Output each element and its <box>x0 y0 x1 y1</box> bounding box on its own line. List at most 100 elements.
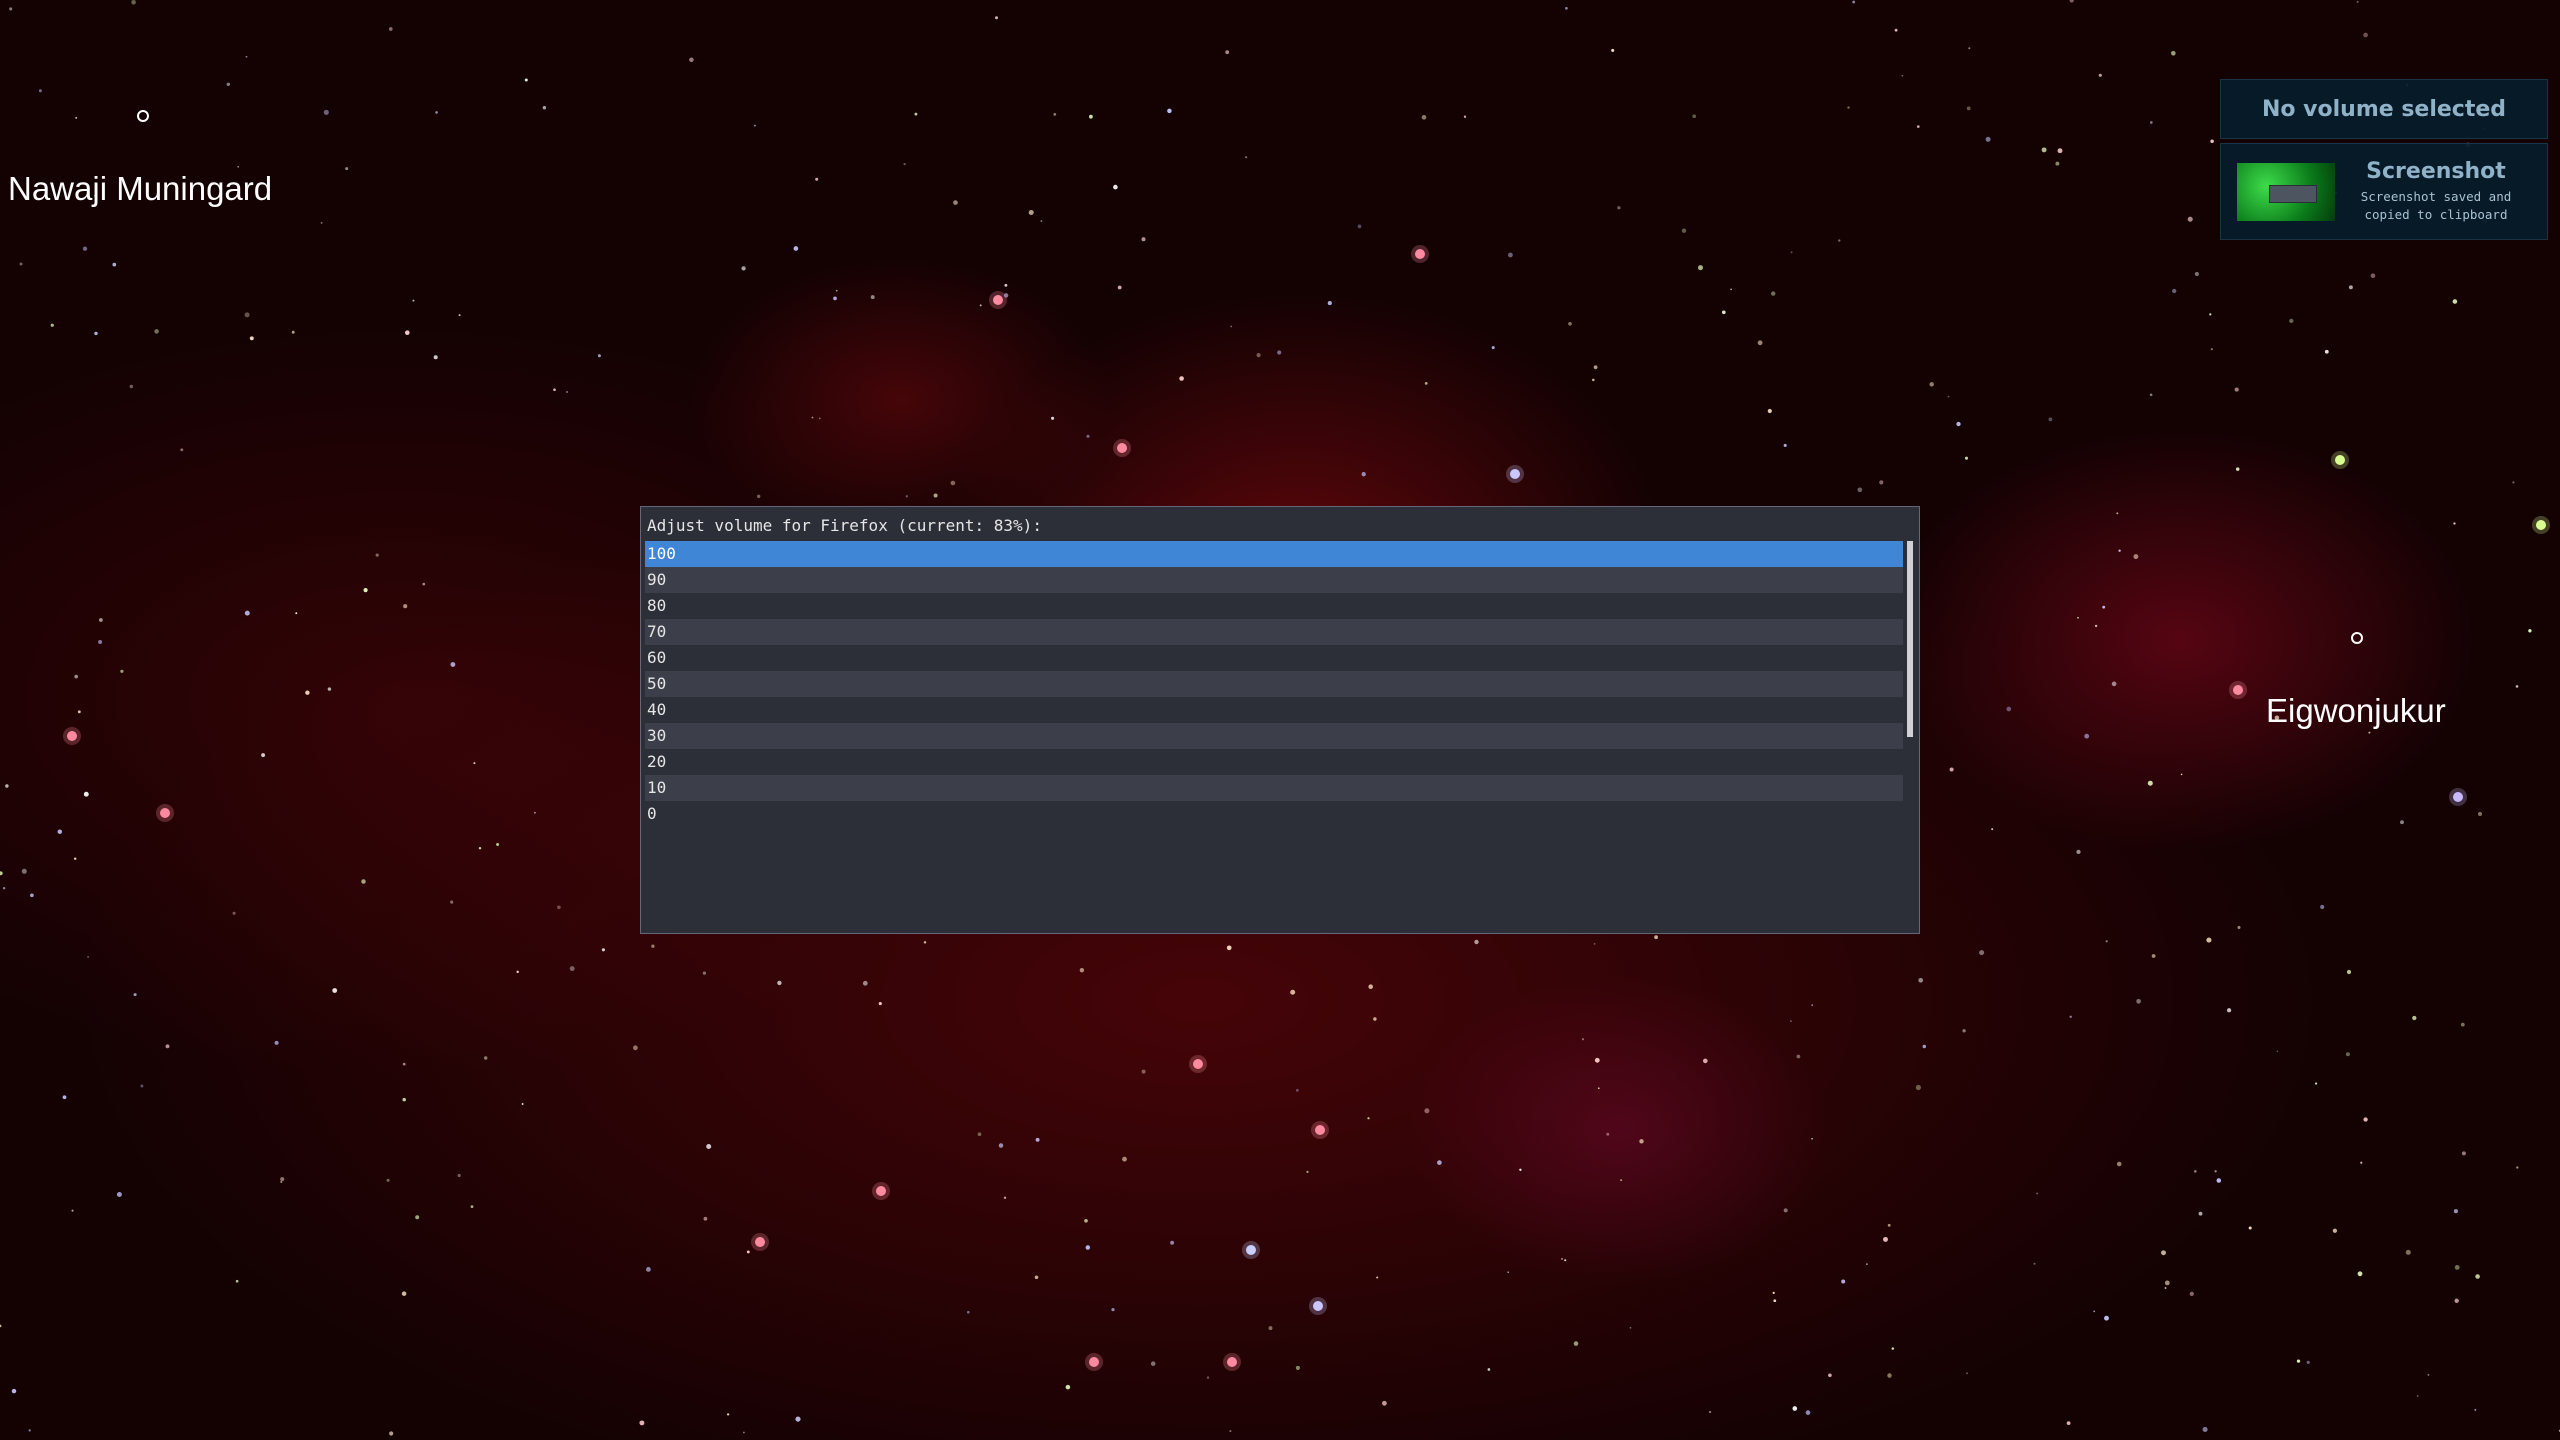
star <box>1783 443 1787 447</box>
star <box>1463 115 1467 118</box>
place-label-nawaji[interactable]: Nawaji Muningard <box>8 170 272 208</box>
star <box>412 299 415 302</box>
menu-item-30[interactable]: 30 <box>645 723 1903 749</box>
bright-star <box>2453 792 2463 802</box>
screenshot-notification[interactable]: Screenshot Screenshot saved and copied t… <box>2220 143 2548 240</box>
star <box>2346 969 2352 975</box>
menu-item-20[interactable]: 20 <box>645 749 1903 775</box>
star <box>112 262 117 267</box>
star <box>1040 220 1043 223</box>
place-marker-nawaji[interactable] <box>137 110 149 122</box>
bright-star <box>67 731 77 741</box>
menu-item-60[interactable]: 60 <box>645 645 1903 671</box>
star <box>1915 1084 1921 1091</box>
star <box>2066 1421 2071 1425</box>
menu-item-90[interactable]: 90 <box>645 567 1903 593</box>
star <box>2111 681 2117 687</box>
star <box>1865 1263 1868 1266</box>
star <box>994 16 999 20</box>
star <box>1085 1245 1091 1250</box>
star <box>2048 417 2053 422</box>
star <box>1887 1223 1891 1227</box>
star <box>967 1310 970 1314</box>
star <box>2454 1298 2459 1303</box>
star <box>2368 731 2371 734</box>
star <box>1964 456 1969 460</box>
star <box>1507 1271 1510 1274</box>
star <box>1857 487 1863 493</box>
star <box>2528 629 2532 633</box>
star <box>244 610 250 616</box>
star <box>1949 767 1954 772</box>
star <box>1852 0 1856 4</box>
star <box>1772 1291 1775 1295</box>
star <box>2036 1192 2038 1195</box>
star <box>2348 285 2353 290</box>
star <box>815 177 819 181</box>
star <box>1594 1057 1600 1063</box>
star <box>1654 935 1658 940</box>
star <box>2276 1050 2279 1053</box>
menu-item-0[interactable]: 0 <box>645 801 1903 827</box>
menu-list[interactable]: 100 90 80 70 60 50 40 30 20 10 0 <box>645 541 1903 827</box>
screenshot-notification-body-1: Screenshot saved and <box>2360 189 2512 204</box>
star <box>977 1132 982 1137</box>
star <box>0 1324 2 1328</box>
star <box>1357 224 1362 229</box>
star <box>2055 161 2060 166</box>
star <box>2187 216 2193 222</box>
star <box>74 674 79 679</box>
bright-star <box>1415 249 1425 259</box>
volume-menu-dialog[interactable]: Adjust volume for Firefox (current: 83%)… <box>640 506 1920 934</box>
star <box>1376 1276 1379 1279</box>
star <box>2235 467 2240 471</box>
star <box>30 893 34 898</box>
star <box>363 588 368 593</box>
star <box>433 355 438 360</box>
volume-notification[interactable]: No volume selected <box>2220 79 2548 139</box>
menu-item-100[interactable]: 100 <box>645 541 1903 567</box>
menu-item-10[interactable]: 10 <box>645 775 1903 801</box>
star <box>542 106 547 110</box>
star <box>1167 108 1172 114</box>
star <box>1226 945 1232 951</box>
star <box>1003 1196 1007 1199</box>
star <box>741 266 746 271</box>
star <box>565 390 569 394</box>
star <box>361 879 366 884</box>
bright-star <box>1117 443 1127 453</box>
star <box>521 1103 524 1105</box>
star <box>1730 288 1732 291</box>
star <box>743 1431 745 1434</box>
star <box>2102 605 2106 609</box>
star <box>1487 1368 1491 1371</box>
menu-item-80[interactable]: 80 <box>645 593 1903 619</box>
star <box>402 1097 406 1102</box>
star <box>597 354 601 358</box>
star <box>19 262 23 266</box>
star <box>2363 32 2368 38</box>
star <box>2136 998 2141 1004</box>
star <box>1035 1137 1040 1142</box>
star <box>99 618 103 622</box>
star <box>2077 616 2079 619</box>
bright-star <box>1313 1301 1323 1311</box>
star <box>1491 346 1495 350</box>
menu-item-50[interactable]: 50 <box>645 671 1903 697</box>
menu-item-70[interactable]: 70 <box>645 619 1903 645</box>
star <box>2405 1249 2411 1255</box>
place-label-eigwonjukur[interactable]: Eigwonjukur <box>2266 692 2446 730</box>
menu-item-40[interactable]: 40 <box>645 697 1903 723</box>
bright-star <box>993 295 1003 305</box>
star <box>2370 273 2376 279</box>
place-marker-eigwonjukur[interactable] <box>2351 632 2363 644</box>
star <box>1141 237 1146 242</box>
star <box>1901 74 1904 77</box>
star <box>2289 318 2294 324</box>
star <box>62 1095 67 1100</box>
star <box>1290 989 1296 995</box>
star <box>1565 6 1568 10</box>
star <box>1225 50 1230 55</box>
star <box>470 1205 474 1209</box>
menu-scrollbar[interactable] <box>1907 541 1913 737</box>
